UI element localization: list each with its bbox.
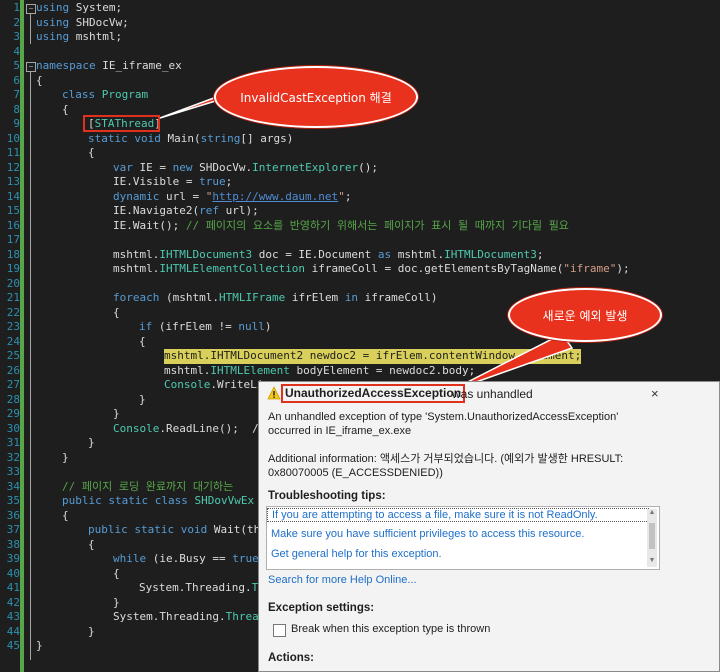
- actions-heading: Actions:: [268, 652, 314, 664]
- break-when-thrown-checkbox[interactable]: [273, 624, 286, 637]
- scrollbar-thumb[interactable]: [649, 523, 655, 549]
- exception-title-suffix: was unhandled: [452, 387, 533, 401]
- scroll-up-icon[interactable]: ▲: [647, 509, 657, 519]
- troubleshooting-heading: Troubleshooting tips:: [268, 490, 386, 502]
- troubleshooting-tips-list[interactable]: If you are attempting to access a file, …: [266, 506, 660, 570]
- tip-privileges-link[interactable]: Make sure you have sufficient privileges…: [271, 528, 584, 540]
- dialog-header: UnauthorizedAccessException was unhandle…: [259, 382, 719, 404]
- exception-assistant-dialog: UnauthorizedAccessException was unhandle…: [258, 381, 720, 672]
- search-help-online-link[interactable]: Search for more Help Online...: [268, 574, 417, 586]
- exception-type-title: UnauthorizedAccessException: [281, 384, 466, 403]
- break-when-thrown-label[interactable]: Break when this exception type is thrown: [291, 623, 490, 635]
- additional-info-line1: Additional information: 액세스가 거부되었습니다. (예…: [268, 453, 624, 465]
- tip-general-help-link[interactable]: Get general help for this exception.: [271, 548, 442, 560]
- exception-message-line2: occurred in IE_iframe_ex.exe: [268, 425, 412, 437]
- tip-readonly-link[interactable]: If you are attempting to access a file, …: [267, 508, 649, 522]
- exception-settings-heading: Exception settings:: [268, 602, 375, 614]
- close-icon[interactable]: ×: [651, 386, 659, 401]
- annotation-bubble-new-exception: 새로운 예외 발생: [508, 288, 662, 342]
- exception-message-line1: An unhandled exception of type 'System.U…: [268, 411, 619, 423]
- code-editor[interactable]: 1 2 3 4 5 6 7 8 9 10 11 12 13 14 15 16 1…: [0, 0, 720, 672]
- annotation-bubble-invalidcast: InvalidCastException 해결: [214, 66, 418, 128]
- warning-icon: [267, 386, 281, 400]
- scroll-down-icon[interactable]: ▼: [647, 557, 657, 567]
- additional-info-line2: 0x80070005 (E_ACCESSDENIED)): [268, 467, 443, 479]
- tips-scrollbar[interactable]: ▲ ▼: [647, 509, 657, 567]
